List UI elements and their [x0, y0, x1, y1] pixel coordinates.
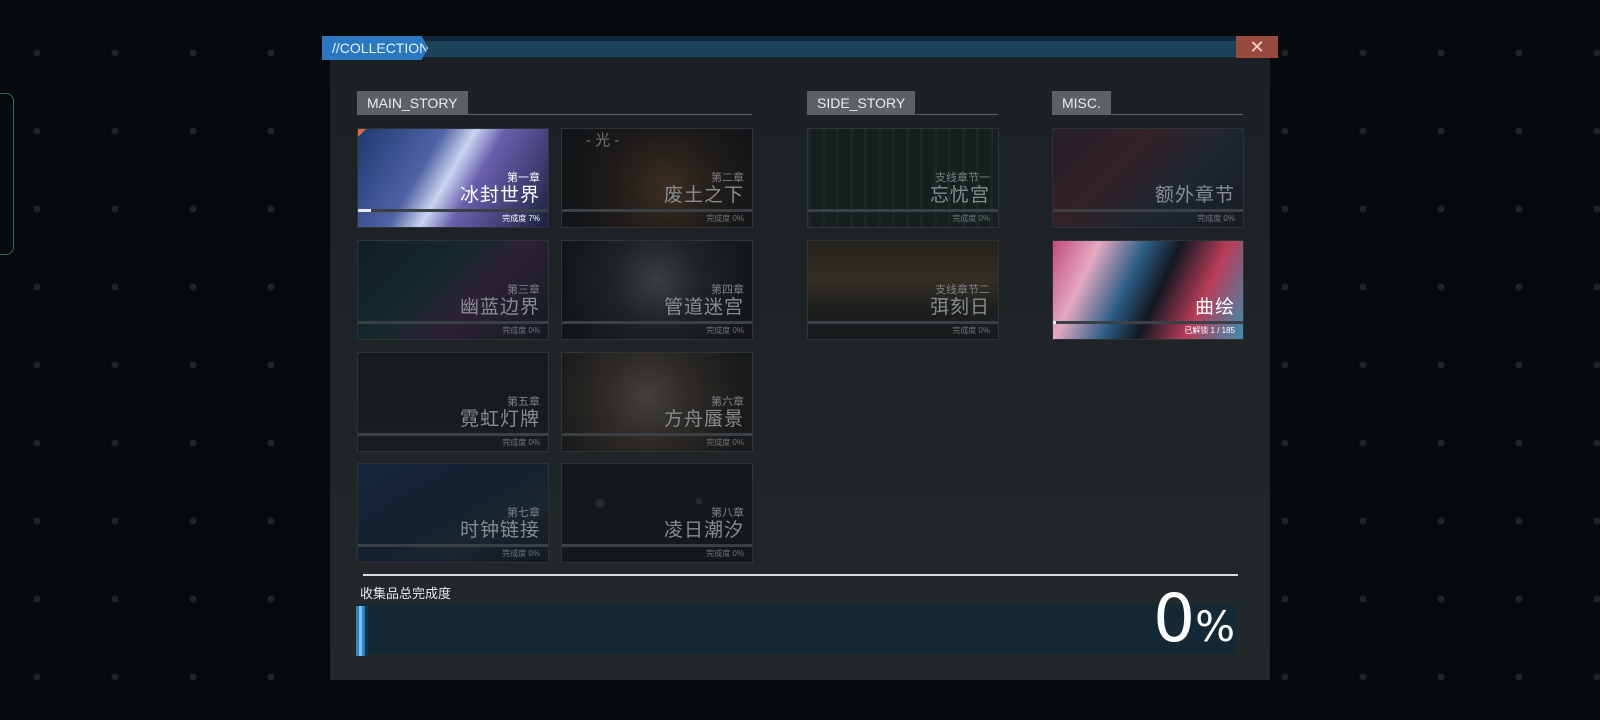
total-progress-label: 收集品总完成度 — [360, 586, 452, 601]
total-progress-number: 0 — [1153, 580, 1196, 657]
total-progress-track — [356, 604, 1236, 654]
total-divider — [363, 574, 1238, 576]
misc-card-extra-chapters[interactable]: 额外章节 完成度 0% — [1052, 128, 1244, 228]
chapter-name: 幽蓝边界 — [459, 297, 540, 318]
chapter-card-6[interactable]: 第六章 方舟蜃景 完成度 0% — [561, 352, 753, 452]
chapter-name: 方舟蜃景 — [663, 409, 744, 430]
chapter-progress-bar — [358, 433, 548, 436]
total-progress-value: 0% — [1153, 586, 1235, 660]
chapter-progress-text: 完成度 0% — [706, 438, 744, 447]
section-main-story-divider — [357, 114, 752, 115]
chapter-progress-text: 完成度 0% — [952, 214, 990, 223]
chapter-card-7[interactable]: 第七章 时钟链接 完成度 0% — [357, 463, 549, 563]
chapter-card-3[interactable]: 第三章 幽蓝边界 完成度 0% — [357, 240, 549, 340]
misc-progress-text: 已解锁 1 / 185 — [1184, 326, 1235, 335]
percent-sign: % — [1195, 602, 1235, 651]
new-marker-icon — [358, 129, 366, 137]
misc-progress-bar — [1053, 321, 1243, 324]
chapter-name: 管道迷宫 — [663, 297, 744, 318]
chapter-progress-bar — [808, 209, 998, 212]
chapter-progress-text: 完成度 0% — [502, 549, 540, 558]
misc-progress-bar — [1053, 209, 1243, 212]
chapter-progress-bar — [562, 544, 752, 547]
chapter-progress-text: 完成度 0% — [502, 326, 540, 335]
chapter-name: 霓虹灯牌 — [459, 409, 540, 430]
misc-progress-fill — [1053, 321, 1056, 324]
chapter-progress-bar — [562, 321, 752, 324]
artwork-caption: - 光 - — [586, 132, 620, 149]
section-main-story-label: MAIN_STORY — [357, 91, 468, 115]
side-frame-decoration — [0, 93, 14, 255]
chapter-card-1[interactable]: 第一章 冰封世界 完成度 7% — [357, 128, 549, 228]
chapter-progress-bar — [808, 321, 998, 324]
close-icon: ✕ — [1249, 37, 1265, 57]
chapter-card-8[interactable]: 第八章 凌日潮汐 完成度 0% — [561, 463, 753, 563]
chapter-name: 忘忧宫 — [929, 185, 990, 206]
chapter-progress-bar — [562, 433, 752, 436]
chapter-name: 弭刻日 — [929, 297, 990, 318]
chapter-card-5[interactable]: 第五章 霓虹灯牌 完成度 0% — [357, 352, 549, 452]
chapter-progress-fill — [358, 209, 372, 212]
chapter-progress-text: 完成度 0% — [952, 326, 990, 335]
section-misc-divider — [1052, 114, 1243, 115]
chapter-progress-bar — [358, 321, 548, 324]
chapter-progress-bar — [358, 544, 548, 547]
side-story-card-1[interactable]: 支线章节一 忘忧宫 完成度 0% — [807, 128, 999, 228]
titlebar-highlight — [420, 41, 1238, 57]
chapter-progress-text: 完成度 0% — [502, 438, 540, 447]
chapter-name: 凌日潮汐 — [663, 520, 744, 541]
chapter-progress-text: 完成度 0% — [706, 326, 744, 335]
side-story-card-2[interactable]: 支线章节二 弭刻日 完成度 0% — [807, 240, 999, 340]
chapter-card-4[interactable]: 第四章 管道迷宫 完成度 0% — [561, 240, 753, 340]
close-button[interactable]: ✕ — [1236, 36, 1278, 58]
misc-name: 额外章节 — [1154, 185, 1235, 206]
chapter-name: 废土之下 — [663, 185, 744, 206]
chapter-progress-text: 完成度 7% — [502, 214, 540, 223]
chapter-name: 冰封世界 — [459, 185, 540, 206]
chapter-card-2[interactable]: - 光 - 第二章 废土之下 完成度 0% — [561, 128, 753, 228]
chapter-progress-bar — [358, 209, 548, 212]
window-title: //COLLECTION — [322, 36, 428, 60]
chapter-progress-bar — [562, 209, 752, 212]
chapter-progress-text: 完成度 0% — [706, 549, 744, 558]
chapter-name: 时钟链接 — [459, 520, 540, 541]
section-side-story-divider — [807, 114, 998, 115]
total-progress-fill — [356, 606, 368, 656]
misc-name: 曲绘 — [1194, 297, 1235, 318]
section-misc-label: MISC. — [1052, 91, 1111, 115]
misc-card-illustrations[interactable]: 曲绘 已解锁 1 / 185 — [1052, 240, 1244, 340]
misc-progress-text: 完成度 0% — [1197, 214, 1235, 223]
chapter-progress-text: 完成度 0% — [706, 214, 744, 223]
section-side-story-label: SIDE_STORY — [807, 91, 916, 115]
